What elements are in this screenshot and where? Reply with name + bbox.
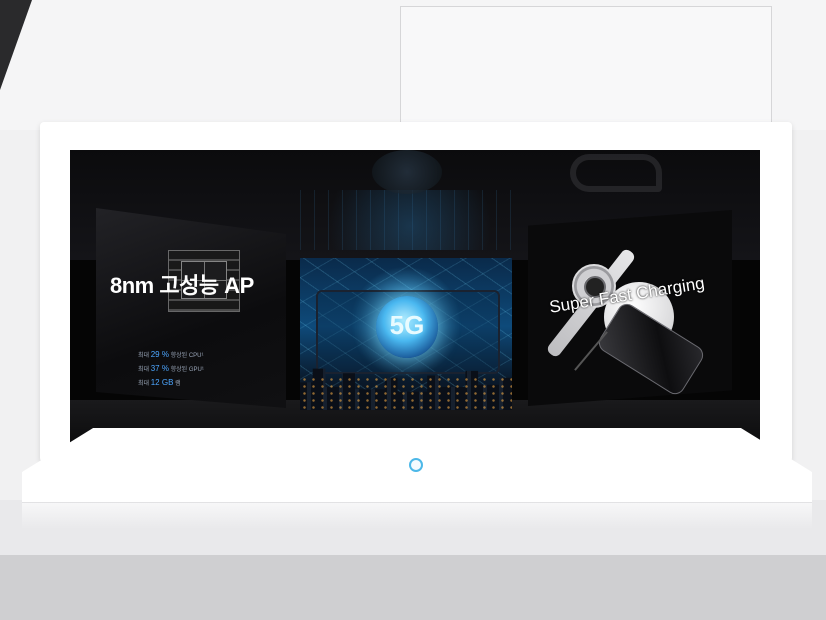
5g-panel: 5G	[300, 258, 512, 410]
display-screen: 8nm 고성능 AP 최대 29 % 향상된 CPU¹ 최대 37 % 향상된 …	[70, 150, 760, 450]
spec-value: 12 GB	[150, 378, 174, 387]
display-ledge-front	[22, 502, 812, 529]
wall-dark-edge	[0, 0, 32, 90]
ap-panel	[96, 208, 286, 408]
ceiling-network-graphic	[300, 190, 520, 250]
ap-panel-title: 8nm 고성능 AP	[110, 273, 254, 298]
spec-line: 최대 29 % 향상된 CPU¹	[138, 350, 204, 359]
city-lights-graphic	[300, 376, 512, 410]
spec-value: 37 %	[150, 364, 169, 373]
spec-suffix: 향상된 CPU¹	[170, 353, 204, 359]
wall-panel	[400, 6, 772, 132]
spec-line: 최대 12 GB 램	[138, 378, 181, 387]
spec-prefix: 최대	[138, 381, 150, 387]
spec-suffix: 램	[175, 381, 181, 387]
spec-value: 29 %	[150, 350, 169, 359]
background-wall	[0, 0, 826, 132]
spec-prefix: 최대	[138, 367, 150, 373]
ceiling-5g-reflection	[372, 150, 442, 194]
spec-suffix: 향상된 GPU¹	[170, 367, 204, 373]
spec-line: 최대 37 % 향상된 GPU¹	[138, 364, 204, 373]
power-button[interactable]	[409, 458, 423, 472]
5g-badge: 5G	[389, 310, 425, 340]
spec-prefix: 최대	[138, 353, 150, 359]
ceiling-reflection-glyph	[570, 154, 662, 192]
floor	[0, 555, 826, 620]
